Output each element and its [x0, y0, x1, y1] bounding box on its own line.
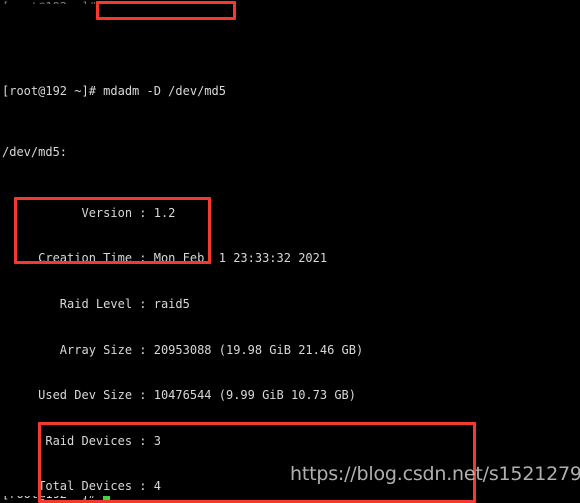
prompt-command-line: [root@192 ~]# mdadm -D /dev/md5: [0, 84, 580, 99]
terminal-screen: [root@192 ~]# mdadm -D /dev/md5 /dev/md5…: [0, 0, 580, 503]
detail-total-devices: Total Devices : 4: [2, 479, 161, 494]
cursor-block: [103, 496, 111, 501]
bottom-prompt-line: [root@192 ~]#: [0, 496, 580, 503]
detail-raid-devices: Raid Devices : 3: [2, 433, 161, 448]
command-text: mdadm -D /dev/md5: [95, 84, 234, 99]
detail-array-size: Array Size : 20953088 (19.98 GiB 21.46 G…: [2, 342, 364, 357]
detail-version: Version : 1.2: [2, 205, 176, 220]
shell-prompt: [root@192 ~]#: [2, 84, 96, 99]
shell-prompt-bottom: [root@192 ~]#: [2, 496, 103, 501]
detail-raid-level: Raid Level : raid5: [2, 296, 190, 311]
terminal-window[interactable]: [root@192 ~]# mdadm -D /dev/md5 [root@19…: [0, 0, 580, 503]
array-device-header: /dev/md5:: [2, 145, 68, 159]
bottom-prompt-text: [root@192 ~]#: [0, 496, 580, 502]
detail-creation-time: Creation Time : Mon Feb 1 23:33:32 2021: [2, 251, 328, 266]
detail-used-dev-size: Used Dev Size : 10476544 (9.99 GiB 10.73…: [2, 388, 357, 403]
